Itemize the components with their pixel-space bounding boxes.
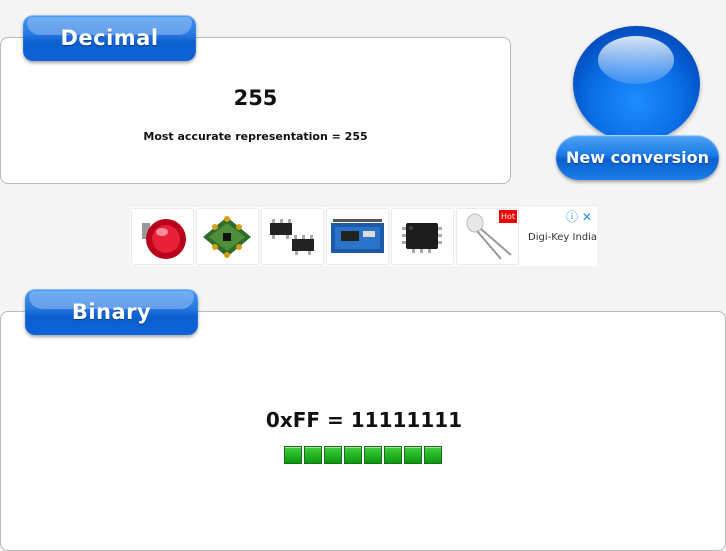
- dev-board-icon[interactable]: [327, 209, 388, 264]
- bit-indicator: [284, 446, 302, 464]
- new-conversion-orb-icon[interactable]: [573, 26, 700, 142]
- decimal-tab-label: Decimal: [60, 26, 159, 50]
- binary-panel: 0xFF = 11111111: [0, 311, 726, 551]
- bit-indicator: [364, 446, 382, 464]
- new-conversion-button[interactable]: New conversion: [556, 135, 719, 180]
- ad-brand[interactable]: Digi-Key India: [528, 232, 597, 243]
- transistor-icon[interactable]: [262, 209, 323, 264]
- ad-banner[interactable]: Hot ⓘ ✕ Digi-Key India: [130, 207, 597, 266]
- bit-indicator: [324, 446, 342, 464]
- info-icon[interactable]: ⓘ: [566, 210, 578, 224]
- decimal-value: 255: [233, 86, 278, 110]
- rf-module-icon[interactable]: [197, 209, 258, 264]
- bit-indicator: [304, 446, 322, 464]
- binary-value: 0xFF = 11111111: [265, 408, 463, 432]
- bit-indicator: [344, 446, 362, 464]
- bit-indicator: [384, 446, 402, 464]
- decimal-tab: Decimal: [23, 15, 196, 61]
- binary-tab-label: Binary: [71, 300, 152, 324]
- bit-indicator: [424, 446, 442, 464]
- hot-badge: Hot: [499, 210, 517, 223]
- binary-tab: Binary: [25, 289, 198, 335]
- bit-indicator: [404, 446, 422, 464]
- decimal-representation: Most accurate representation = 255: [143, 130, 368, 143]
- bit-indicators: [284, 446, 442, 464]
- close-icon[interactable]: ✕: [582, 210, 592, 224]
- ad-choice-icons[interactable]: ⓘ ✕: [566, 208, 592, 225]
- ic-chip-icon[interactable]: [392, 209, 453, 264]
- push-button-icon[interactable]: [132, 209, 193, 264]
